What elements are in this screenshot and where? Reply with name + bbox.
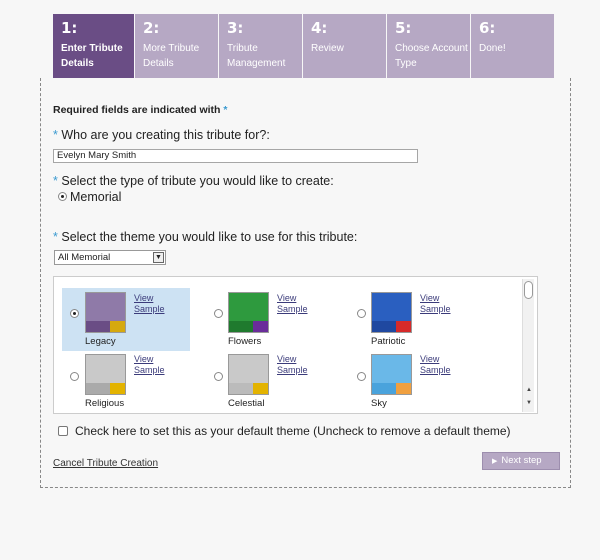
step-review[interactable]: 4: Review <box>303 14 386 78</box>
step-number: 1: <box>61 19 78 37</box>
step-label: More Tribute Details <box>143 43 200 69</box>
theme-category-select[interactable]: All Memorial ▼ <box>54 250 166 265</box>
question-theme: * Select the theme you would like to use… <box>53 230 358 244</box>
step-label: Tribute Management <box>227 43 286 69</box>
cancel-tribute-link[interactable]: Cancel Tribute Creation <box>53 458 158 469</box>
scroll-down-icon[interactable]: ▼ <box>523 400 535 406</box>
theme-radio-sky[interactable] <box>357 372 366 381</box>
scroll-up-icon[interactable]: ▲ <box>523 387 535 393</box>
step-done[interactable]: 6: Done! <box>471 14 554 78</box>
theme-radio-patriotic[interactable] <box>357 309 366 318</box>
theme-swatch-religious <box>85 354 126 395</box>
memorial-radio[interactable] <box>58 192 67 201</box>
step-label: Review <box>311 43 344 54</box>
wizard-steps: 1: Enter Tribute Details 2: More Tribute… <box>53 14 556 78</box>
theme-item-legacy[interactable] <box>62 288 190 351</box>
question-tribute-for: * Who are you creating this tribute for?… <box>53 128 270 142</box>
theme-name-religious: Religious <box>85 398 125 409</box>
step-number: 6: <box>479 19 496 37</box>
step-choose-account-type[interactable]: 5: Choose Account Type <box>387 14 470 78</box>
view-sample-link-patriotic[interactable]: View Sample <box>420 293 451 315</box>
theme-swatch-celestial <box>228 354 269 395</box>
required-star: * <box>223 104 228 116</box>
play-arrow-icon: ▶ <box>492 458 498 465</box>
tribute-name-input[interactable]: Evelyn Mary Smith <box>53 149 418 163</box>
next-step-button[interactable]: ▶ Next step <box>482 452 560 470</box>
scrollbar-thumb[interactable] <box>524 281 533 299</box>
step-number: 5: <box>395 19 412 37</box>
step-label: Done! <box>479 43 506 54</box>
step-tribute-management[interactable]: 3: Tribute Management <box>219 14 302 78</box>
step-number: 2: <box>143 19 160 37</box>
theme-list-scrollbar[interactable]: ▲ ▼ <box>522 279 534 412</box>
theme-radio-religious[interactable] <box>70 372 79 381</box>
required-fields-note: Required fields are indicated with * <box>53 104 228 116</box>
theme-radio-legacy[interactable] <box>70 309 79 318</box>
theme-swatch-sky <box>371 354 412 395</box>
step-number: 3: <box>227 19 244 37</box>
theme-name-celestial: Celestial <box>228 398 265 409</box>
step-label: Choose Account Type <box>395 43 468 69</box>
theme-name-sky: Sky <box>371 398 387 409</box>
chevron-down-icon: ▼ <box>153 252 164 263</box>
theme-name-patriotic: Patriotic <box>371 336 406 347</box>
step-number: 4: <box>311 19 328 37</box>
question-tribute-type: * Select the type of tribute you would l… <box>53 174 334 188</box>
theme-swatch-flowers <box>228 292 269 333</box>
memorial-option-label: Memorial <box>70 190 122 204</box>
step-enter-tribute-details[interactable]: 1: Enter Tribute Details <box>53 14 134 78</box>
view-sample-link-religious[interactable]: View Sample <box>134 354 165 376</box>
view-sample-link-celestial[interactable]: View Sample <box>277 354 308 376</box>
default-theme-label: Check here to set this as your default t… <box>75 424 511 438</box>
theme-radio-flowers[interactable] <box>214 309 223 318</box>
view-sample-link-legacy[interactable]: View Sample <box>134 293 165 315</box>
theme-swatch-legacy <box>85 292 126 333</box>
view-sample-link-sky[interactable]: View Sample <box>420 354 451 376</box>
default-theme-checkbox[interactable] <box>58 426 68 436</box>
theme-swatch-patriotic <box>371 292 412 333</box>
step-more-tribute-details[interactable]: 2: More Tribute Details <box>135 14 218 78</box>
view-sample-link-flowers[interactable]: View Sample <box>277 293 308 315</box>
theme-radio-celestial[interactable] <box>214 372 223 381</box>
theme-name-flowers: Flowers <box>228 336 262 347</box>
step-label: Enter Tribute Details <box>61 43 123 69</box>
theme-name-legacy: Legacy <box>85 336 116 347</box>
